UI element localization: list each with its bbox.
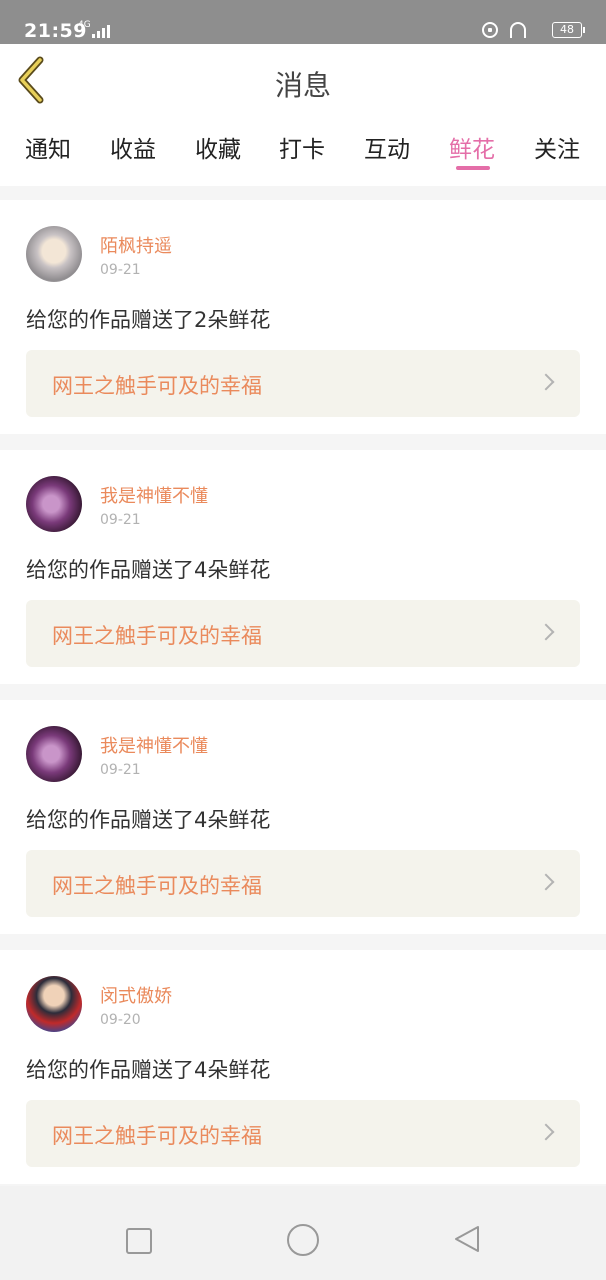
- message-date: 09-21: [100, 512, 141, 528]
- avatar[interactable]: [26, 226, 82, 282]
- tab-interaction[interactable]: 互动: [357, 130, 417, 164]
- battery-icon: 48: [552, 22, 585, 38]
- message-date: 09-21: [100, 262, 141, 278]
- work-title: 网王之触手可及的幸福: [52, 624, 262, 648]
- headset-icon: [510, 22, 526, 38]
- list-item: 闵式傲娇 09-20 给您的作品赠送了4朵鲜花 网王之触手可及的幸福: [0, 950, 606, 1184]
- list-item: 我是神懂不懂 09-21 给您的作品赠送了4朵鲜花 网王之触手可及的幸福: [0, 700, 606, 934]
- list-item: 陌枫持遥 09-21 给您的作品赠送了2朵鲜花 网王之触手可及的幸福: [0, 200, 606, 434]
- username[interactable]: 闵式傲娇: [100, 982, 172, 1008]
- message-text: 给您的作品赠送了2朵鲜花: [26, 308, 271, 332]
- message-text: 给您的作品赠送了4朵鲜花: [26, 558, 271, 582]
- back-icon[interactable]: [452, 1224, 482, 1254]
- work-title: 网王之触手可及的幸福: [52, 1124, 262, 1148]
- message-date: 09-20: [100, 1012, 141, 1028]
- tab-checkin[interactable]: 打卡: [272, 130, 332, 164]
- avatar[interactable]: [26, 976, 82, 1032]
- work-link[interactable]: 网王之触手可及的幸福: [26, 1100, 580, 1167]
- recent-apps-icon[interactable]: [126, 1228, 152, 1254]
- chevron-right-icon: [537, 1123, 555, 1141]
- active-tab-indicator: [456, 166, 490, 170]
- chevron-right-icon: [537, 873, 555, 891]
- network-type: 4G: [78, 20, 91, 30]
- message-list: 陌枫持遥 09-21 给您的作品赠送了2朵鲜花 网王之触手可及的幸福 我是神懂不…: [0, 200, 606, 1200]
- status-icons: 48: [462, 20, 585, 42]
- tab-notifications[interactable]: 通知: [18, 130, 78, 164]
- signal-icon: [92, 25, 110, 38]
- tab-bar: 通知 收益 收藏 打卡 互动 鲜花 关注: [0, 118, 606, 186]
- chevron-right-icon: [537, 623, 555, 641]
- tab-flowers[interactable]: 鲜花: [442, 130, 502, 164]
- username[interactable]: 我是神懂不懂: [100, 732, 208, 758]
- message-date: 09-21: [100, 762, 141, 778]
- avatar[interactable]: [26, 726, 82, 782]
- work-title: 网王之触手可及的幸福: [52, 374, 262, 398]
- tab-earnings[interactable]: 收益: [103, 130, 163, 164]
- tab-follow[interactable]: 关注: [527, 130, 587, 164]
- username[interactable]: 我是神懂不懂: [100, 482, 208, 508]
- tab-favorites[interactable]: 收藏: [188, 130, 248, 164]
- message-text: 给您的作品赠送了4朵鲜花: [26, 808, 271, 832]
- avatar[interactable]: [26, 476, 82, 532]
- work-link[interactable]: 网王之触手可及的幸福: [26, 350, 580, 417]
- work-link[interactable]: 网王之触手可及的幸福: [26, 850, 580, 917]
- header: 消息: [0, 44, 606, 119]
- status-bar: 21:59 4G 48: [0, 0, 606, 44]
- username[interactable]: 陌枫持遥: [100, 232, 172, 258]
- rotation-lock-icon: [482, 22, 498, 38]
- home-icon[interactable]: [287, 1224, 319, 1256]
- message-text: 给您的作品赠送了4朵鲜花: [26, 1058, 271, 1082]
- work-title: 网王之触手可及的幸福: [52, 874, 262, 898]
- page-title: 消息: [274, 69, 331, 102]
- list-item: 我是神懂不懂 09-21 给您的作品赠送了4朵鲜花 网王之触手可及的幸福: [0, 450, 606, 684]
- chevron-right-icon: [537, 373, 555, 391]
- system-nav-bar: [0, 1186, 606, 1280]
- work-link[interactable]: 网王之触手可及的幸福: [26, 600, 580, 667]
